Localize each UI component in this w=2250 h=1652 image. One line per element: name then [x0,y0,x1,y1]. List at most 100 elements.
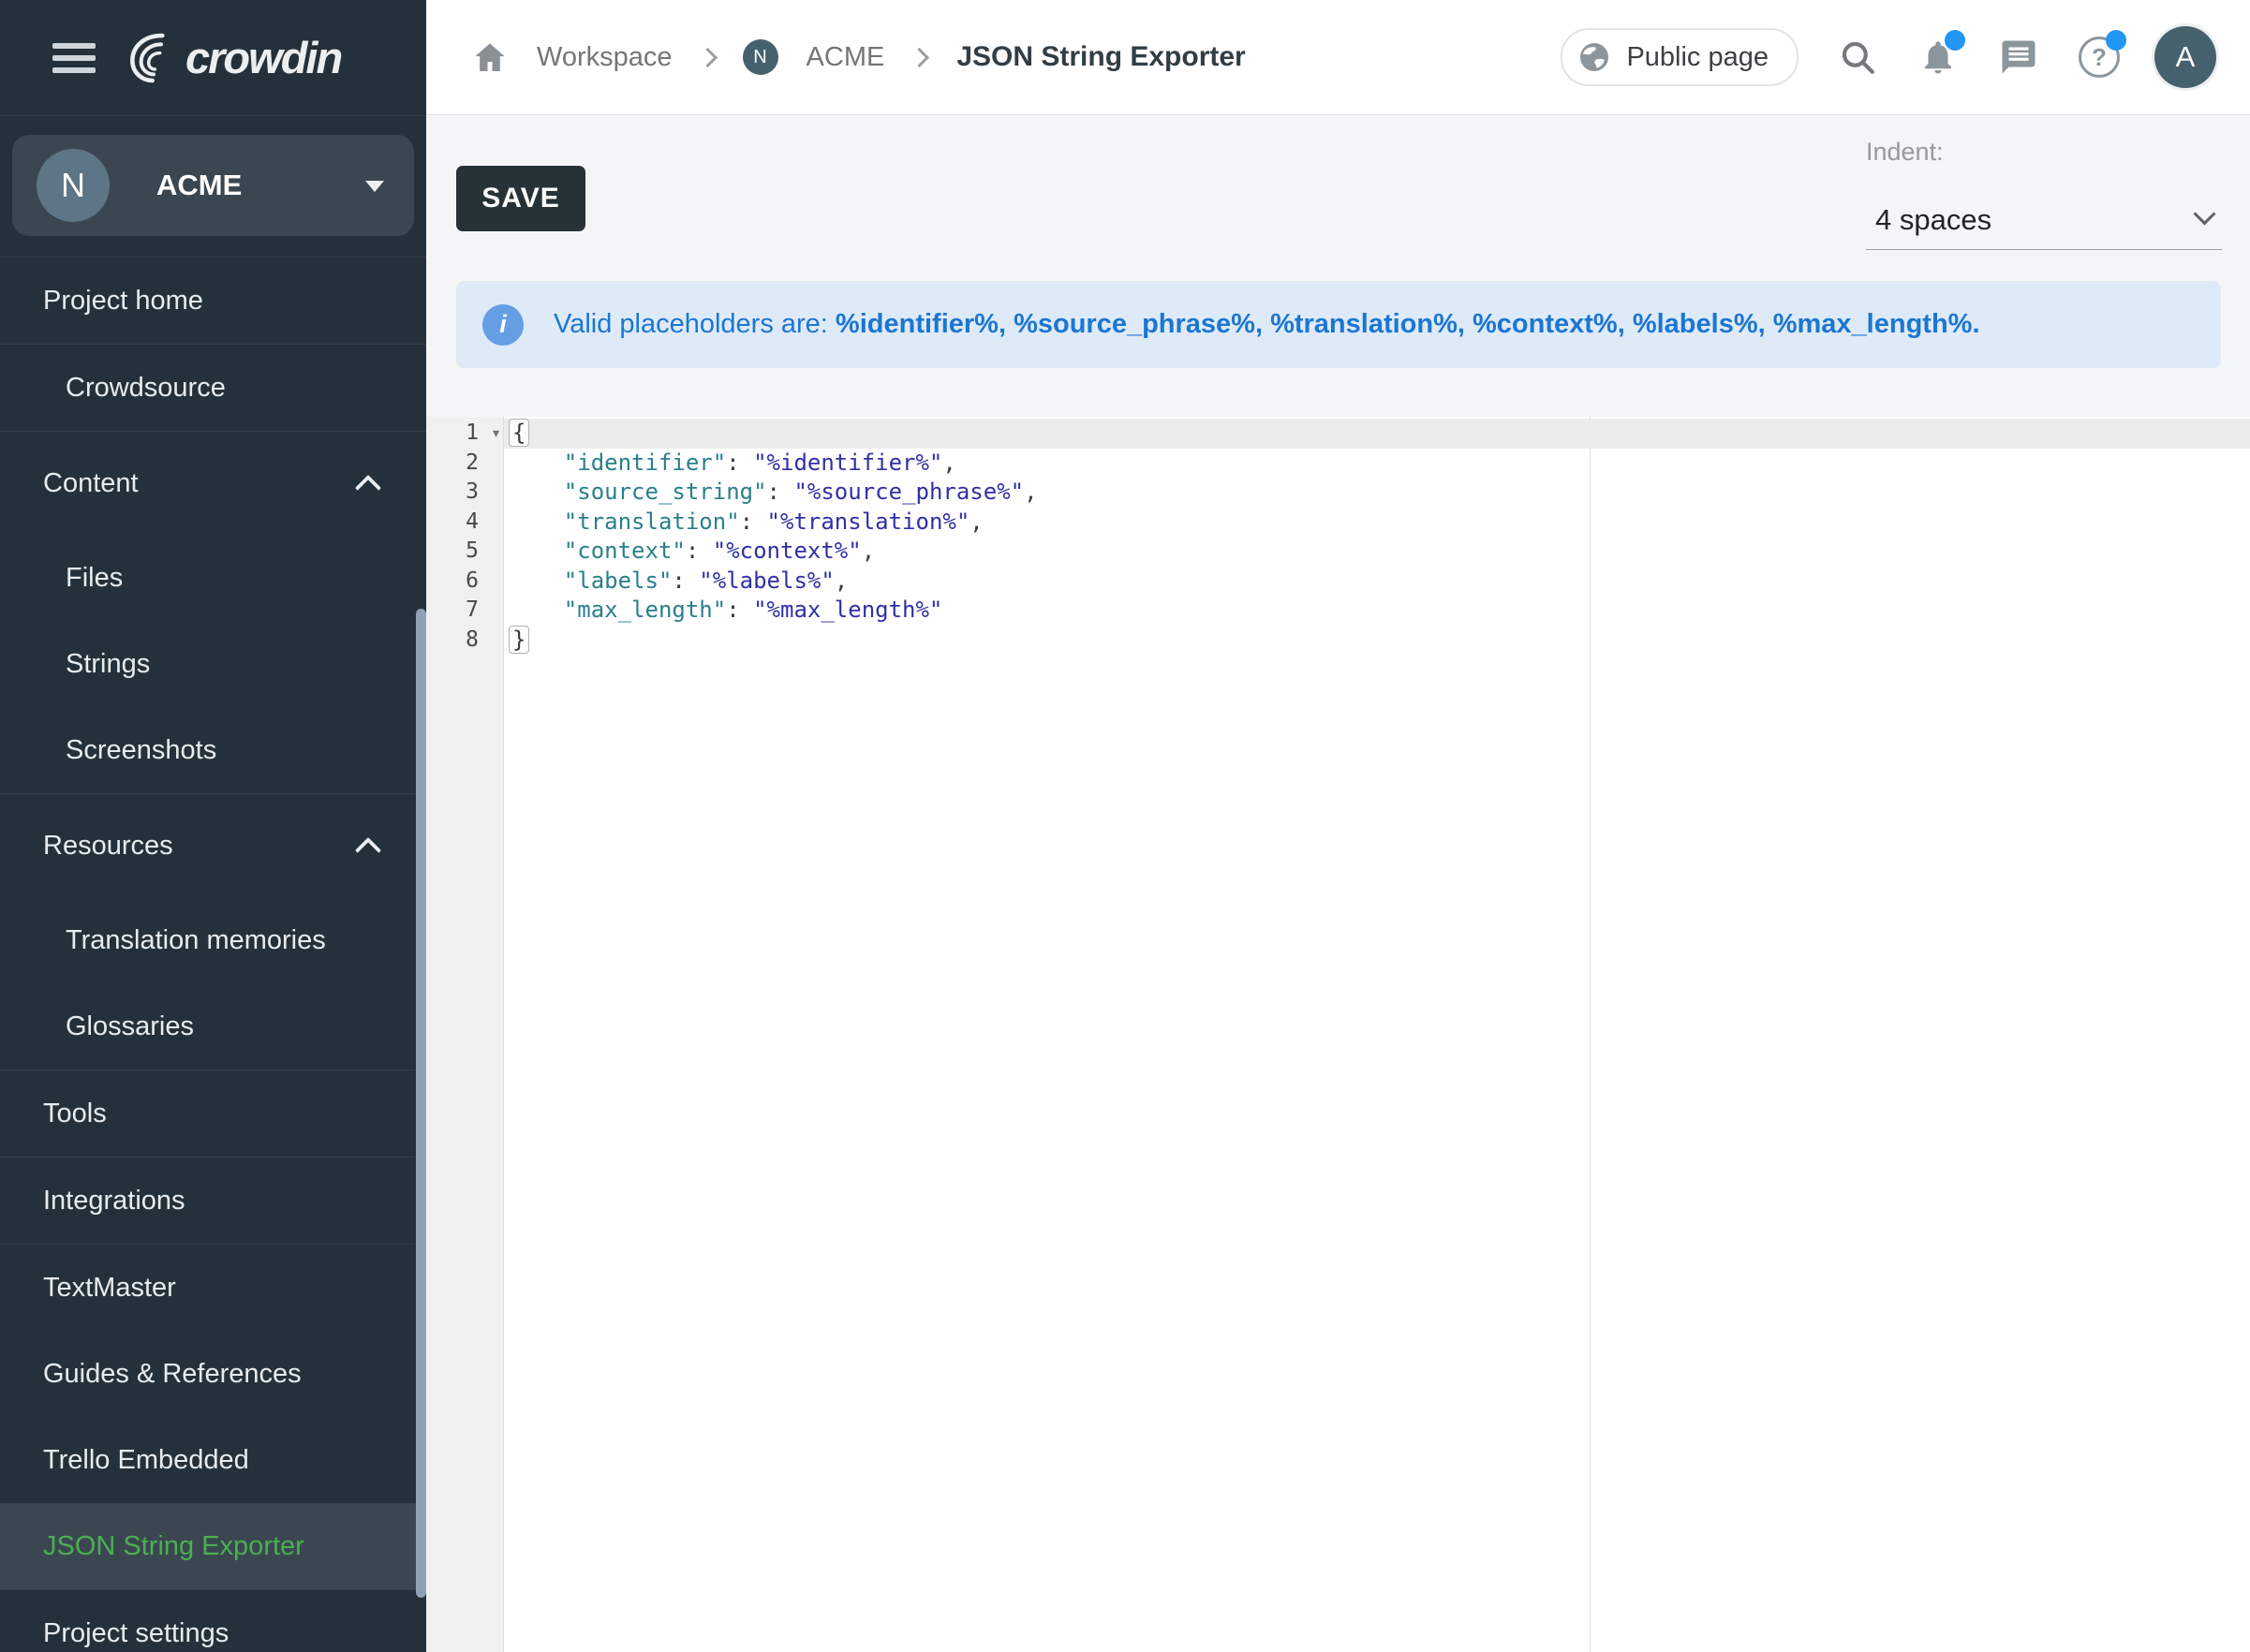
code-line-1: { [504,419,2250,449]
code-token: "max_length" [564,597,726,623]
code-token: : [672,568,699,594]
breadcrumb-page-title: JSON String Exporter [956,41,1245,73]
sidebar-nav: Project home Crowdsource Content Files Strin… [0,257,426,1652]
sidebar-item-screenshots[interactable]: Screenshots [0,707,426,793]
notification-badge [1945,30,1965,51]
sidebar-item-files[interactable]: Files [0,535,426,621]
code-token: "%identifier%" [753,450,942,476]
code-token: "%source_phrase%" [793,479,1024,505]
sidebar-item-tools[interactable]: Tools [0,1070,426,1157]
info-banner-text: Valid placeholders are: %identifier%, %s… [554,309,1980,340]
sidebar-item-guides-references[interactable]: Guides & References [0,1331,426,1417]
user-avatar[interactable]: A [2154,26,2216,88]
sidebar-item-project-home[interactable]: Project home [0,258,426,344]
sidebar-item-label: Glossaries [66,1011,194,1042]
sidebar-item-textmaster[interactable]: TextMaster [0,1245,426,1331]
sidebar-item-label: TextMaster [43,1273,176,1304]
code-token: : [726,597,753,623]
code-token: : [740,509,767,535]
sidebar-item-strings[interactable]: Strings [0,621,426,707]
project-switcher[interactable]: N ACME [12,135,414,236]
sidebar-item-json-string-exporter[interactable]: JSON String Exporter [0,1503,426,1589]
sidebar-item-label: Guides & References [43,1359,302,1390]
sidebar-item-label: Trello Embedded [43,1445,249,1476]
code-token: : [726,450,753,476]
sidebar-item-label: JSON String Exporter [43,1531,304,1562]
code-token: , [970,509,983,535]
chevron-down-icon [2193,202,2215,225]
indent-selected-value: 4 spaces [1866,203,1991,237]
sidebar-item-label: Resources [43,831,173,862]
sidebar-item-translation-memories[interactable]: Translation memories [0,897,426,983]
chevron-right-icon [697,47,717,66]
sidebar-item-label: Files [66,563,123,594]
sidebar-item-resources[interactable]: Resources [0,794,426,897]
crowdin-logo[interactable]: crowdin [120,28,341,88]
crowdin-bird-icon [120,28,180,88]
public-page-button[interactable]: Public page [1561,28,1799,86]
indent-label: Indent: [1866,138,2222,167]
code-token: : [767,479,794,505]
help-button[interactable]: ? [2078,36,2121,79]
code-token: "source_string" [564,479,767,505]
breadcrumb-workspace[interactable]: Workspace [537,42,673,73]
code-token: "%translation%" [767,509,970,535]
sidebar-item-trello-embedded[interactable]: Trello Embedded [0,1417,426,1503]
line-number: 1▾ [426,419,503,449]
search-button[interactable] [1836,36,1879,79]
code-line-2: "identifier": "%identifier%", [504,449,2250,479]
indent-control: Indent: 4 spaces [1866,138,2222,250]
hamburger-menu-icon[interactable] [52,37,96,80]
line-number: 8 [426,626,503,656]
sidebar-header: crowdin [0,0,426,116]
code-fold-icon[interactable]: ▾ [491,419,501,449]
breadcrumb-project[interactable]: ACME [807,42,885,73]
code-line-6: "labels": "%labels%", [504,567,2250,597]
code-token [510,568,564,594]
code-token [510,509,564,535]
sidebar-item-label: Crowdsource [66,373,226,404]
line-number: 4 [426,508,503,538]
code-line-3: "source_string": "%source_phrase%", [504,478,2250,508]
breadcrumb-project-avatar[interactable]: N [743,39,778,75]
line-number: 2 [426,449,503,479]
code-token: } [509,626,529,654]
sidebar-item-label: Project home [43,286,203,317]
info-banner: i Valid placeholders are: %identifier%, … [456,281,2221,368]
sidebar-item-integrations[interactable]: Integrations [0,1158,426,1244]
sidebar-item-glossaries[interactable]: Glossaries [0,983,426,1069]
main-content: SAVE Indent: 4 spaces i Valid placeholde… [426,115,2250,1652]
code-token [510,479,564,505]
caret-down-icon [365,181,384,192]
editor-code-area[interactable]: { "identifier": "%identifier%", "source_… [504,417,2250,1652]
messages-button[interactable] [1997,36,2040,79]
code-line-8: } [504,626,2250,656]
sidebar-item-project-settings[interactable]: Project settings [0,1590,426,1652]
code-token: { [509,419,529,447]
project-name: ACME [156,169,242,202]
code-editor[interactable]: 1▾2345678 { "identifier": "%identifier%"… [426,417,2250,1652]
home-icon[interactable] [471,38,509,76]
project-avatar: N [37,149,110,222]
code-token: "%labels%" [699,568,835,594]
sidebar-scrollbar-thumb[interactable] [416,609,426,1598]
indent-select[interactable]: 4 spaces [1866,191,2222,250]
globe-icon [1577,40,1611,74]
notifications-button[interactable] [1917,36,1960,79]
code-token [510,597,564,623]
breadcrumb: Workspace N ACME JSON String Exporter [426,38,1246,76]
help-badge [2106,30,2126,51]
top-bar: Workspace N ACME JSON String Exporter Pu… [426,0,2250,115]
code-token: : [686,538,713,564]
code-line-4: "translation": "%translation%", [504,508,2250,538]
sidebar-item-label: Project settings [43,1618,229,1649]
chevron-up-icon [355,837,381,863]
save-button[interactable]: SAVE [456,166,585,231]
code-token [510,450,564,476]
editor-gutter: 1▾2345678 [426,417,504,1652]
sidebar-item-content[interactable]: Content [0,432,426,535]
code-token: , [862,538,875,564]
crowdin-logo-text: crowdin [185,32,341,83]
sidebar-item-label: Tools [43,1099,107,1129]
sidebar-item-crowdsource[interactable]: Crowdsource [0,345,426,431]
